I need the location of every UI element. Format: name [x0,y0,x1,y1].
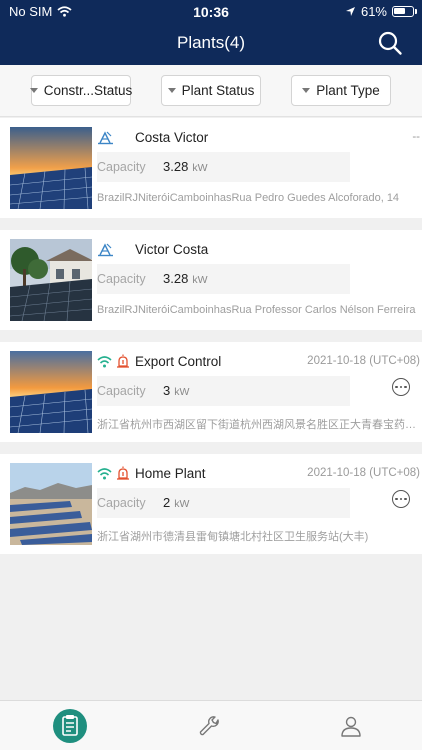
plant-name: Victor Costa [135,242,209,257]
plant-date: -- [412,131,420,143]
capacity-box: Capacity 2 kW [97,488,350,518]
capacity-value: 3 kW [163,383,190,398]
capacity-box: Capacity 3.28 kW [97,152,350,182]
construction-icon [98,243,113,257]
capacity-box: Capacity 3 kW [97,376,350,406]
plant-card[interactable]: Home Plant 2021-10-18 (UTC+08) Capacity … [0,454,422,554]
plant-card[interactable]: Costa Victor -- Capacity 3.28 kW BrazilRJ… [0,118,422,218]
capacity-label: Capacity [97,272,146,286]
filter-label: Plant Status [181,83,255,98]
filter-label: Constr...Status [43,83,133,98]
location-arrow-icon [345,7,355,16]
plant-date: 2021-10-18 (UTC+08) [307,355,420,367]
tab-maintenance[interactable] [190,709,230,743]
capacity-label: Capacity [97,384,146,398]
plant-status-filter[interactable]: Plant Status [161,75,261,106]
plant-list-icon [53,709,87,743]
alarm-icon [117,466,129,480]
user-icon [341,716,361,737]
capacity-label: Capacity [97,160,146,174]
plant-photo [10,351,92,433]
plant-date: 2021-10-18 (UTC+08) [307,467,420,479]
plant-card[interactable]: Export Control 2021-10-18 (UTC+08) Capac… [0,342,422,442]
wifi-icon [97,468,112,480]
wrench-icon [199,716,219,736]
plant-address: 浙江省杭州市西湖区留下街道杭州西湖风景名胜区正大青春宝药业有限公司 [97,419,417,431]
more-options-button[interactable] [392,490,410,508]
alarm-icon [117,354,129,368]
app-header: No SIM 10:36 61% Plants(4) [0,0,422,65]
construction-status-filter[interactable]: Constr...Status [29,75,133,106]
wifi-icon [97,356,112,368]
plant-photo [10,239,92,321]
capacity-value: 2 kW [163,495,190,510]
capacity-label: Capacity [97,496,146,510]
construction-icon [98,131,113,145]
plant-type-filter[interactable]: Plant Type [291,75,391,106]
filter-label: Plant Type [316,83,380,98]
plant-address: 浙江省湖州市德清县雷甸镇塘北村社区卫生服务站(大丰) [97,531,369,543]
capacity-box: Capacity 3.28 kW [97,264,350,294]
plant-name: Costa Victor [135,130,209,145]
bottom-tab-bar [0,700,422,750]
battery-percent: 61% [360,4,387,19]
plant-photo [10,127,92,209]
more-options-button[interactable] [392,378,410,396]
caret-down-icon [29,88,38,93]
caret-down-icon [302,88,311,93]
filter-bar: Constr...Status Plant Status Plant Type [0,65,422,117]
page-title: Plants(4) [176,33,246,52]
plant-address: BrazilRJNiteróiCamboinhasRua Professor C… [97,304,416,316]
plant-address: BrazilRJNiteróiCamboinhasRua Pedro Guede… [97,192,400,204]
plant-name: Home Plant [135,466,206,481]
capacity-value: 3.28 kW [163,271,208,286]
status-bar: No SIM 10:36 61% [0,0,422,22]
tab-profile[interactable] [331,709,371,743]
plant-card[interactable]: Victor Costa Capacity 3.28 kW BrazilRJNit… [0,230,422,330]
plant-name: Export Control [135,354,222,369]
search-icon[interactable] [377,30,403,56]
capacity-value: 3.28 kW [163,159,208,174]
caret-down-icon [167,88,176,93]
battery-icon [392,6,417,17]
plant-photo [10,463,92,545]
tab-plants[interactable] [50,709,90,743]
